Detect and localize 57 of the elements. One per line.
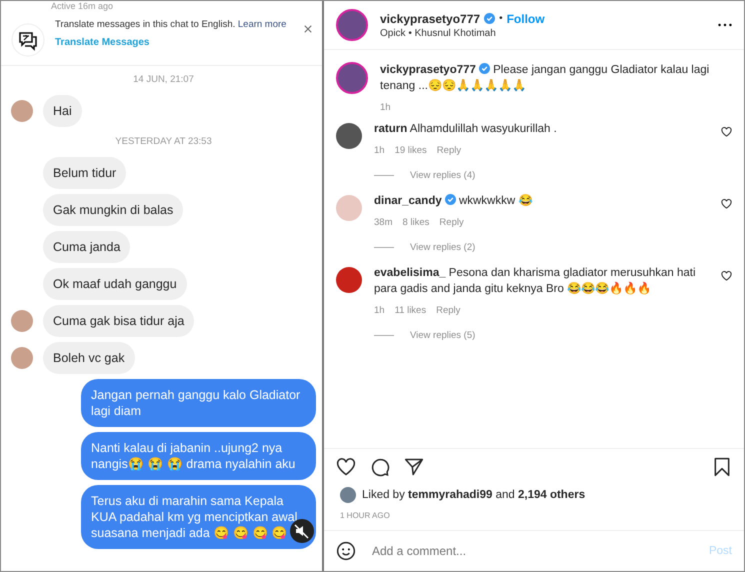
comment-icon[interactable] [370, 457, 390, 477]
caption-time: 1h [380, 102, 391, 113]
bookmark-icon[interactable] [712, 457, 732, 477]
view-replies-link[interactable]: View replies (5) [410, 330, 476, 341]
separator-dot: • [499, 13, 503, 24]
comment-text: evabelisima_ Pesona dan kharisma gladiator merusuhkan hati para gadis and janda gitu keknya Bro 😂😂😂🔥🔥🔥 [374, 266, 697, 297]
send-icon[interactable] [404, 457, 424, 477]
date-separator: 14 JUN, 21:07 [132, 74, 195, 85]
close-icon[interactable] [304, 25, 312, 33]
sent-message: Terus aku di marahin sama Kepala KUA padahal km yg menciptkan awal suasana menjadi ada 😋 😋 😋 😋 [81, 485, 316, 549]
more-options-icon[interactable] [718, 23, 732, 27]
commenter-avatar[interactable] [336, 267, 362, 293]
sent-message: Jangan pernah ganggu kalo Gladiator lagi diam [81, 379, 316, 427]
received-message: Ok maaf udah ganggu [43, 268, 187, 300]
learn-more-link[interactable]: Learn more [238, 19, 286, 30]
commenter-avatar[interactable] [336, 123, 362, 149]
received-message: Belum tidur [43, 157, 126, 189]
received-message: Boleh vc gak [43, 342, 135, 374]
heart-icon[interactable] [721, 127, 732, 137]
received-message: Hai [43, 95, 82, 127]
username[interactable]: vickyprasetyo777 [380, 12, 480, 26]
translate-message: Translate messages in this chat to English. Learn more [55, 19, 288, 31]
heart-icon[interactable] [721, 199, 732, 209]
caption-text: vickyprasetyo777 Please jangan ganggu Gladiator kalau lagi tenang ...😔😔🙏🙏🙏🙏🙏 [380, 62, 710, 94]
reply-link[interactable]: Reply [436, 305, 460, 316]
post-timestamp: 1 HOUR AGO [324, 505, 744, 531]
active-status: Active 16m ago [50, 1, 114, 11]
like-count[interactable]: 8 likes [402, 217, 430, 228]
comment-time: 38m [374, 217, 392, 228]
heart-icon[interactable] [721, 271, 732, 281]
comment-time: 1h [374, 305, 385, 316]
audio-track[interactable]: Opick • Khusnul Khotimah [380, 28, 706, 38]
received-message: Cuma janda [43, 231, 130, 263]
view-replies-link[interactable]: View replies (4) [410, 170, 476, 181]
reply-link[interactable]: Reply [439, 217, 464, 228]
like-count[interactable]: 11 likes [394, 305, 426, 316]
sent-message: Nanti kalau di jabanin ..ujung2 nya nangis😭 😭 😭 drama nyalahin aku [81, 432, 316, 480]
received-message: Cuma gak bisa tidur aja [43, 305, 194, 337]
comment-text: dinar_candy wkwkwkkw 😂 [374, 193, 534, 209]
verified-badge-icon [478, 63, 490, 74]
heart-icon[interactable] [336, 457, 356, 477]
translate-messages-link[interactable]: Translate Messages [55, 37, 294, 48]
reply-link[interactable]: Reply [436, 145, 462, 156]
emoji-icon[interactable] [336, 541, 356, 561]
like-count[interactable]: 19 likes [394, 145, 427, 156]
date-separator: YESTERDAY AT 23:53 [114, 136, 213, 147]
comment-time: 1h [374, 145, 385, 156]
verified-badge-icon [444, 194, 456, 205]
translate-icon [11, 23, 45, 57]
profile-avatar[interactable] [336, 9, 368, 41]
liked-by-text[interactable]: Liked by temmyrahadi99 and 2,194 others [362, 489, 586, 501]
received-message: Gak mungkin di balas [43, 194, 184, 226]
comment-text: raturn Alhamdulillah wasyukurillah . [374, 122, 558, 137]
profile-avatar[interactable] [336, 62, 368, 94]
view-replies-link[interactable]: View replies (2) [410, 242, 476, 253]
follow-link[interactable]: Follow [506, 12, 545, 26]
liker-avatar [340, 487, 356, 503]
